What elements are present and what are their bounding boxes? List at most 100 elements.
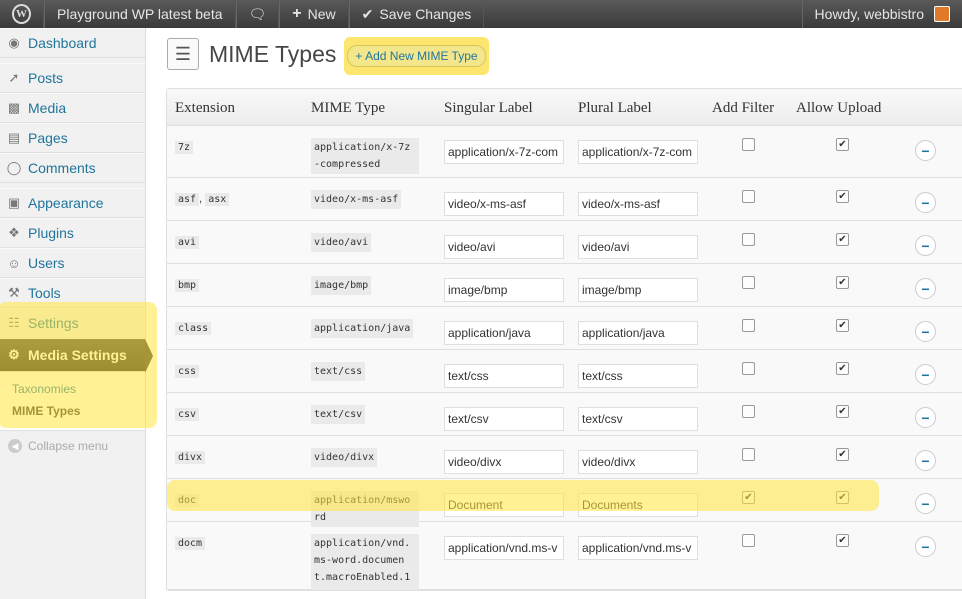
add-filter-checkbox[interactable] xyxy=(742,448,755,461)
submenu-mime-types[interactable]: MIME Types xyxy=(12,400,145,422)
sidebar-item-media[interactable]: ▩ Media xyxy=(0,93,145,123)
save-changes-button[interactable]: ✔ Save Changes xyxy=(348,0,485,28)
wordpress-icon: W xyxy=(12,4,31,24)
add-filter-checkbox[interactable] xyxy=(742,190,755,203)
header-singular-label: Singular Label xyxy=(444,99,533,116)
add-filter-checkbox[interactable] xyxy=(742,276,755,289)
remove-row-button[interactable]: − xyxy=(915,450,936,471)
page-header: ☰ MIME Types xyxy=(167,38,336,70)
singular-label-input[interactable]: image/bmp xyxy=(444,278,564,302)
add-filter-checkbox[interactable] xyxy=(742,405,755,418)
table-row: class application/java application/java app… xyxy=(167,307,962,350)
comments-link[interactable]: 🗨 xyxy=(235,0,280,28)
plural-label-input[interactable]: video/avi xyxy=(578,235,698,259)
remove-row-button[interactable]: − xyxy=(915,278,936,299)
admin-bar: W Playground WP latest beta 🗨 + New ✔ Save… xyxy=(0,0,962,28)
pages-icon: ▤ xyxy=(7,130,21,145)
allow-upload-checkbox[interactable]: ✔ xyxy=(836,276,849,289)
add-filter-checkbox[interactable]: ✔ xyxy=(742,491,755,504)
plural-label-input[interactable]: video/divx xyxy=(578,450,698,474)
plural-label-input[interactable]: text/css xyxy=(578,364,698,388)
header-mime-type: MIME Type xyxy=(311,99,386,116)
sidebar-item-users[interactable]: ☺ Users xyxy=(0,248,145,278)
sidebar-item-comments[interactable]: ◯ Comments xyxy=(0,153,145,183)
table-row: docm application/vnd.ms-word.document.mac… xyxy=(167,522,962,590)
submenu-taxonomies[interactable]: Taxonomies xyxy=(12,378,145,400)
remove-row-button[interactable]: − xyxy=(915,536,936,557)
plural-label-input[interactable]: text/csv xyxy=(578,407,698,431)
sidebar-item-media-settings[interactable]: ⚙ Media Settings xyxy=(0,338,153,373)
plural-label-input[interactable]: application/vnd.ms-v xyxy=(578,536,698,560)
allow-upload-checkbox[interactable]: ✔ xyxy=(836,362,849,375)
mime-code: image/bmp xyxy=(311,276,372,295)
mime-cell: application/java xyxy=(311,307,444,349)
allow-upload-checkbox[interactable]: ✔ xyxy=(836,491,849,504)
extension-cell: doc xyxy=(167,479,311,521)
plural-label-input[interactable]: Documents xyxy=(578,493,698,517)
page-title: MIME Types xyxy=(209,40,337,67)
plural-label-input[interactable]: image/bmp xyxy=(578,278,698,302)
extension-code: asx xyxy=(205,193,230,206)
add-filter-checkbox[interactable] xyxy=(742,362,755,375)
allow-upload-checkbox[interactable]: ✔ xyxy=(836,405,849,418)
add-filter-checkbox[interactable] xyxy=(742,233,755,246)
tools-icon: ⚒ xyxy=(8,285,20,300)
mime-code: video/avi xyxy=(311,233,372,252)
singular-label-input[interactable]: application/x-7z-com xyxy=(444,140,564,164)
allow-upload-checkbox[interactable]: ✔ xyxy=(836,138,849,151)
site-name-link[interactable]: Playground WP latest beta xyxy=(44,0,236,28)
allow-upload-checkbox[interactable]: ✔ xyxy=(836,190,849,203)
remove-row-button[interactable]: − xyxy=(915,493,936,514)
allow-upload-checkbox[interactable]: ✔ xyxy=(836,319,849,332)
collapse-menu-button[interactable]: ◀ Collapse menu xyxy=(0,431,145,453)
plural-label-input[interactable]: application/x-7z-com xyxy=(578,140,698,164)
sidebar-item-posts[interactable]: ➚ Posts xyxy=(0,63,145,93)
add-filter-checkbox[interactable] xyxy=(742,319,755,332)
mime-code: application/java xyxy=(311,319,414,338)
table-row: avi video/avi video/avi video/avi ✔ − xyxy=(167,221,962,264)
remove-row-button[interactable]: − xyxy=(915,321,936,342)
remove-row-button[interactable]: − xyxy=(915,192,936,213)
sidebar-item-pages[interactable]: ▤ Pages xyxy=(0,123,145,153)
extension-cell: 7z xyxy=(167,126,311,177)
extension-code: class xyxy=(175,322,212,335)
extension-code: 7z xyxy=(175,141,194,154)
account-menu[interactable]: Howdy, webbistro xyxy=(801,0,962,28)
allow-upload-checkbox[interactable]: ✔ xyxy=(836,233,849,246)
singular-label-input[interactable]: video/avi xyxy=(444,235,564,259)
wp-logo-menu[interactable]: W xyxy=(0,0,44,28)
extension-code: doc xyxy=(175,494,200,507)
sidebar-item-settings[interactable]: ☷ Settings xyxy=(0,308,145,338)
sidebar-item-tools[interactable]: ⚒ Tools xyxy=(0,278,145,308)
mime-cell: application/msword xyxy=(311,479,444,527)
singular-label-input[interactable]: Document xyxy=(444,493,564,517)
extension-code: avi xyxy=(175,236,200,249)
allow-upload-checkbox[interactable]: ✔ xyxy=(836,448,849,461)
mime-cell: application/vnd.ms-word.document.macroEn… xyxy=(311,522,444,590)
singular-label-input[interactable]: application/vnd.ms-v xyxy=(444,536,564,560)
remove-row-button[interactable]: − xyxy=(915,235,936,256)
singular-label-input[interactable]: text/csv xyxy=(444,407,564,431)
mime-cell: image/bmp xyxy=(311,264,444,306)
new-content-menu[interactable]: + New xyxy=(279,0,349,28)
plural-label-input[interactable]: application/java xyxy=(578,321,698,345)
add-new-mime-type-button[interactable]: + Add New MIME Type xyxy=(344,37,489,75)
table-row: bmp image/bmp image/bmp image/bmp ✔ − xyxy=(167,264,962,307)
sidebar-item-appearance[interactable]: ▣ Appearance xyxy=(0,188,145,218)
singular-label-input[interactable]: application/java xyxy=(444,321,564,345)
sidebar-item-plugins[interactable]: ❖ Plugins xyxy=(0,218,145,248)
singular-label-input[interactable]: video/x-ms-asf xyxy=(444,192,564,216)
sidebar-item-dashboard[interactable]: ◉ Dashboard xyxy=(0,28,145,58)
allow-upload-checkbox[interactable]: ✔ xyxy=(836,534,849,547)
add-filter-checkbox[interactable] xyxy=(742,534,755,547)
add-filter-checkbox[interactable] xyxy=(742,138,755,151)
table-row: divx video/divx video/divx video/divx ✔ − xyxy=(167,436,962,479)
singular-label-input[interactable]: text/css xyxy=(444,364,564,388)
remove-row-button[interactable]: − xyxy=(915,407,936,428)
extension-code: css xyxy=(175,365,200,378)
singular-label-input[interactable]: video/divx xyxy=(444,450,564,474)
remove-row-button[interactable]: − xyxy=(915,364,936,385)
table-row: 7z application/x-7z-compressed application… xyxy=(167,126,962,178)
remove-row-button[interactable]: − xyxy=(915,140,936,161)
plural-label-input[interactable]: video/x-ms-asf xyxy=(578,192,698,216)
